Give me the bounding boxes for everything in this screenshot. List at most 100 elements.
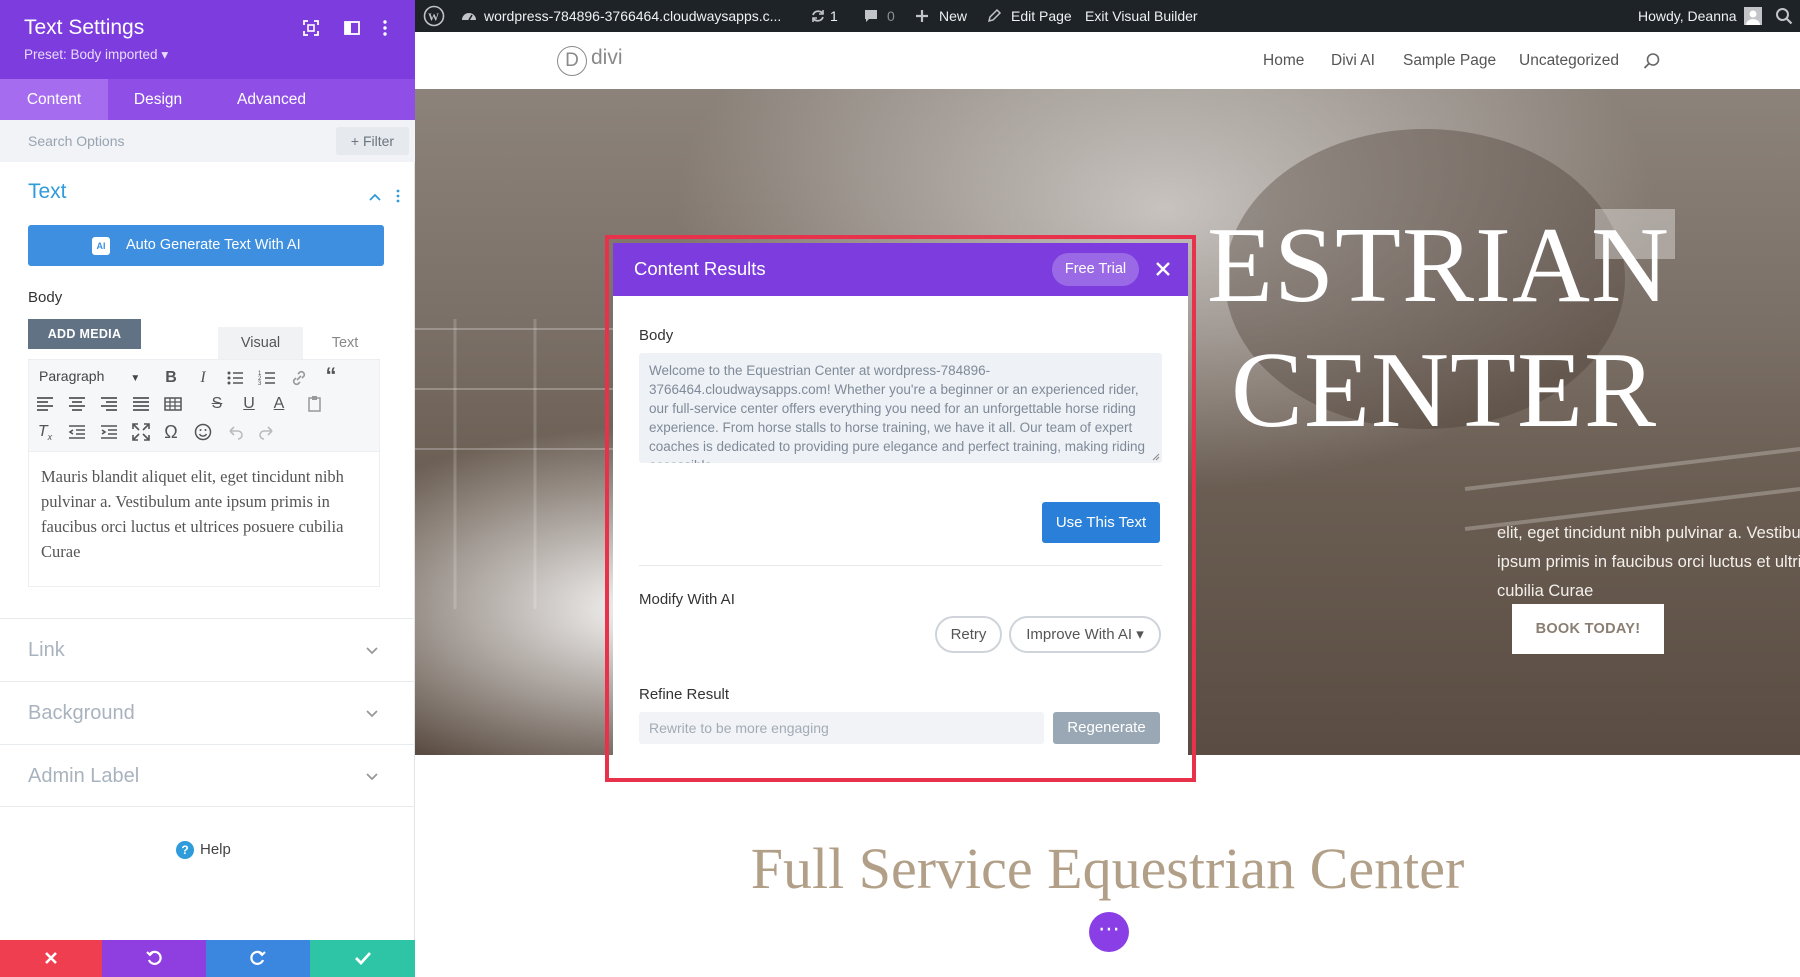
editor-toolbar: Paragraph ▼ B I 123 “ S U A Tx Ω (28, 359, 380, 452)
bullet-list-icon[interactable] (225, 368, 245, 388)
accordion-background[interactable]: Background (0, 681, 415, 744)
divider (639, 565, 1162, 566)
resize-handle-icon[interactable] (1150, 451, 1160, 461)
emoji-icon[interactable] (193, 422, 213, 442)
chevron-down-icon (366, 773, 378, 781)
link-icon[interactable] (289, 368, 309, 388)
section-heading: Full Service Equestrian Center (750, 836, 1465, 901)
modal-title: Content Results (634, 258, 766, 279)
tab-content[interactable]: Content (0, 79, 108, 120)
numbered-list-icon[interactable]: 123 (257, 368, 277, 388)
split-view-icon[interactable] (343, 19, 361, 37)
blockquote-icon[interactable]: “ (321, 365, 341, 387)
tab-design[interactable]: Design (108, 79, 208, 120)
svg-text:3: 3 (258, 381, 262, 387)
section-menu-icon[interactable] (395, 188, 401, 204)
text-tab[interactable]: Text (310, 327, 380, 359)
save-button[interactable] (310, 940, 415, 977)
chevron-down-icon (366, 647, 378, 655)
indent-icon[interactable] (99, 422, 119, 442)
auto-generate-ai-button[interactable]: AI Auto Generate Text With AI (28, 225, 384, 266)
chevron-up-icon[interactable] (368, 190, 382, 204)
comment-icon (865, 10, 877, 22)
admin-bar: W wordpress-784896-3766464.cloudwaysapps… (415, 0, 1800, 32)
align-right-icon[interactable] (99, 394, 119, 414)
retry-button[interactable]: Retry (935, 616, 1002, 653)
redo-button[interactable] (206, 940, 310, 977)
use-this-text-button[interactable]: Use This Text (1042, 502, 1160, 543)
filter-button[interactable]: + Filter (336, 127, 409, 155)
modify-with-ai-label: Modify With AI (639, 591, 735, 608)
content-results-modal: Content Results Free Trial Body Welcome … (613, 243, 1188, 774)
ai-button-label: Auto Generate Text With AI (126, 237, 301, 253)
regenerate-button[interactable]: Regenerate (1053, 712, 1160, 744)
site-logo-text[interactable]: divi (591, 46, 623, 70)
redo-icon[interactable] (257, 422, 277, 442)
panel-tabs: Content Design Advanced (0, 79, 415, 120)
hero-title-line1: ESTRIAN (1207, 206, 1670, 325)
italic-icon[interactable]: I (193, 368, 213, 388)
modal-header: Content Results Free Trial (613, 243, 1188, 296)
site-header: D divi Home Divi AI Sample Page Uncatego… (415, 32, 1800, 89)
outdent-icon[interactable] (67, 422, 87, 442)
body-label: Body (28, 289, 63, 306)
comments-count[interactable]: 0 (887, 8, 895, 24)
special-character-icon[interactable]: Ω (161, 422, 181, 442)
search-icon[interactable] (1775, 7, 1793, 25)
fullscreen-icon[interactable] (131, 422, 151, 442)
text-color-icon[interactable]: A (269, 394, 289, 414)
avatar[interactable] (1744, 7, 1762, 25)
tab-advanced[interactable]: Advanced (214, 79, 329, 120)
builder-menu-button[interactable]: ⋯ (1089, 912, 1129, 952)
accordion-background-label: Background (28, 702, 135, 724)
improve-with-ai-dropdown[interactable]: Improve With AI ▾ (1009, 616, 1161, 653)
updates-count[interactable]: 1 (830, 8, 838, 24)
preset-selector[interactable]: Preset: Body imported ▾ (24, 47, 168, 63)
more-options-icon[interactable] (376, 19, 394, 37)
updates-icon (812, 10, 824, 22)
panel-title: Text Settings (24, 16, 145, 39)
undo-button[interactable] (102, 940, 206, 977)
howdy-user[interactable]: Howdy, Deanna (1638, 8, 1737, 24)
new-link[interactable]: New (939, 8, 967, 24)
help-label: Help (200, 841, 231, 858)
book-today-button[interactable]: BOOK TODAY! (1512, 604, 1664, 654)
edit-page-link[interactable]: Edit Page (1011, 8, 1072, 24)
add-media-button[interactable]: ADD MEDIA (28, 319, 141, 349)
site-search-icon[interactable] (1643, 52, 1661, 70)
text-editor[interactable]: Mauris blandit aliquet elit, eget tincid… (28, 452, 380, 587)
align-left-icon[interactable] (35, 394, 55, 414)
paste-icon[interactable] (305, 394, 325, 414)
justify-icon[interactable] (131, 394, 151, 414)
accordion-admin-label[interactable]: Admin Label (0, 744, 415, 807)
site-name-link[interactable]: wordpress-784896-3766464.cloudwaysapps.c… (484, 8, 781, 24)
nav-sample-page[interactable]: Sample Page (1403, 52, 1496, 70)
search-placeholder: Search Options (28, 133, 125, 149)
paragraph-select[interactable]: Paragraph ▼ (39, 368, 140, 384)
nav-home[interactable]: Home (1263, 52, 1304, 70)
exit-visual-builder-link[interactable]: Exit Visual Builder (1085, 8, 1198, 24)
nav-divi-ai[interactable]: Divi AI (1331, 52, 1375, 70)
close-icon[interactable] (1153, 259, 1173, 279)
refine-input[interactable]: Rewrite to be more engaging (639, 712, 1044, 744)
text-section-title[interactable]: Text (28, 180, 67, 204)
expand-icon[interactable] (302, 19, 320, 37)
free-trial-badge[interactable]: Free Trial (1052, 253, 1139, 286)
accordion-link[interactable]: Link (0, 618, 415, 681)
divi-logo-icon[interactable]: D (557, 46, 587, 76)
align-center-icon[interactable] (67, 394, 87, 414)
hero-subtitle: elit, eget tincidunt nibh pulvinar a. Ve… (1497, 524, 1800, 600)
visual-tab[interactable]: Visual (218, 327, 303, 359)
checkmark-icon (354, 952, 371, 966)
nav-uncategorized[interactable]: Uncategorized (1519, 52, 1619, 70)
help-link[interactable]: ? Help (176, 841, 231, 859)
table-icon[interactable] (163, 394, 183, 414)
generated-text-area[interactable]: Welcome to the Equestrian Center at word… (639, 353, 1162, 463)
undo-icon[interactable] (225, 422, 245, 442)
strikethrough-icon[interactable]: S (207, 394, 227, 414)
bold-icon[interactable]: B (161, 368, 181, 388)
clear-formatting-icon[interactable]: Tx (35, 422, 55, 442)
wordpress-logo-icon[interactable]: W (423, 5, 445, 27)
discard-button[interactable] (0, 940, 102, 977)
underline-icon[interactable]: U (239, 394, 259, 414)
